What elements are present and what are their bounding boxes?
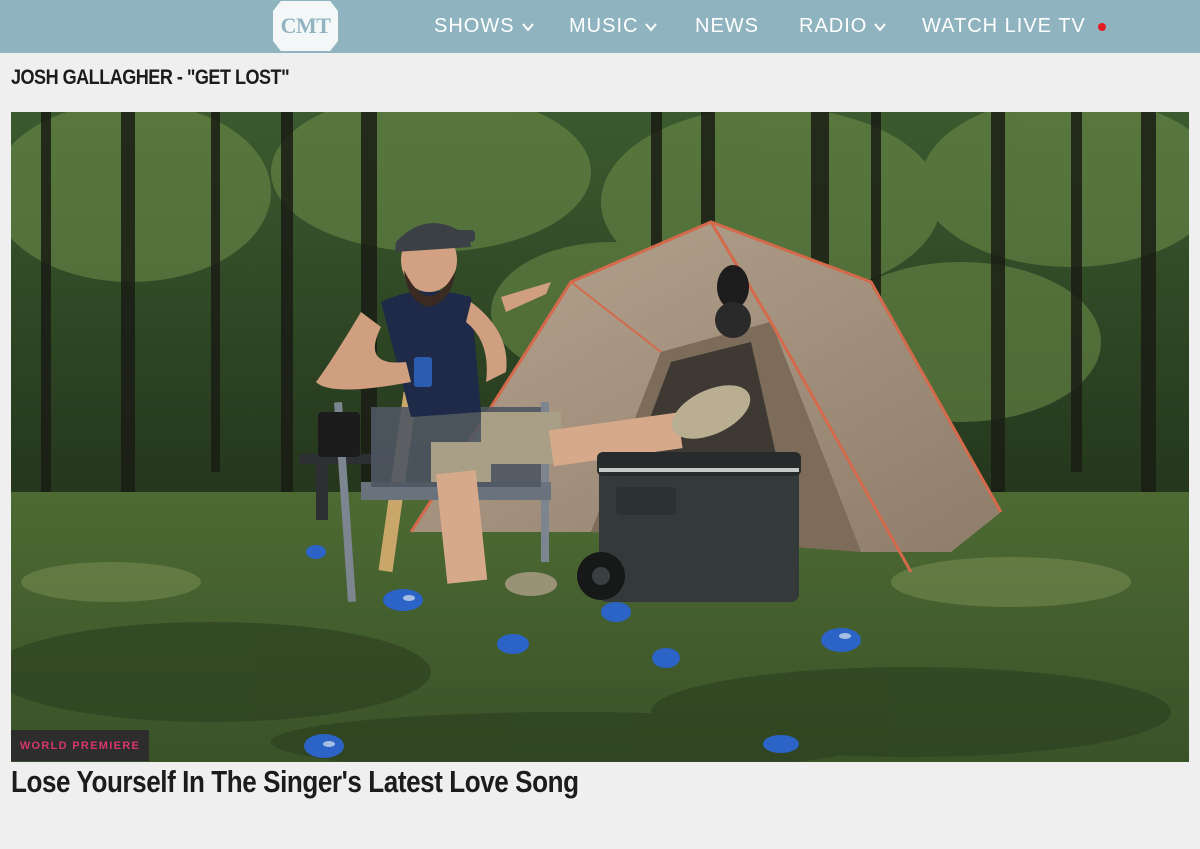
chevron-down-icon	[644, 20, 658, 34]
chevron-down-icon	[521, 20, 535, 34]
nav-item-shows[interactable]: SHOWS	[434, 0, 535, 53]
hero-image[interactable]	[11, 112, 1189, 762]
live-indicator-icon	[1097, 22, 1106, 31]
nav-label-radio: RADIO	[799, 15, 868, 37]
main-nav: SHOWS MUSIC NEWS RADIO WATCH LIVE TV	[0, 0, 1200, 53]
chevron-down-icon	[873, 20, 887, 34]
world-premiere-badge: WORLD PREMIERE	[11, 730, 149, 761]
nav-label-music: MUSIC	[569, 15, 639, 37]
nav-label-watch-live-tv: WATCH LIVE TV	[922, 15, 1086, 37]
top-nav-bar: CMT SHOWS MUSIC NEWS RADIO WATCH LIVE TV	[0, 0, 1200, 53]
badge-label: WORLD PREMIERE	[19, 739, 141, 752]
nav-label-shows: SHOWS	[434, 15, 515, 37]
article-headline[interactable]: Lose Yourself In The Singer's Latest Lov…	[11, 764, 579, 800]
nav-item-news[interactable]: NEWS	[695, 0, 759, 53]
page-title: JOSH GALLAGHER - "GET LOST"	[11, 66, 290, 89]
nav-item-radio[interactable]: RADIO	[799, 0, 887, 53]
nav-label-news: NEWS	[695, 15, 759, 37]
hero-photo-illustration	[11, 112, 1189, 762]
nav-item-watch-live-tv[interactable]: WATCH LIVE TV	[922, 0, 1106, 53]
nav-item-music[interactable]: MUSIC	[569, 0, 658, 53]
